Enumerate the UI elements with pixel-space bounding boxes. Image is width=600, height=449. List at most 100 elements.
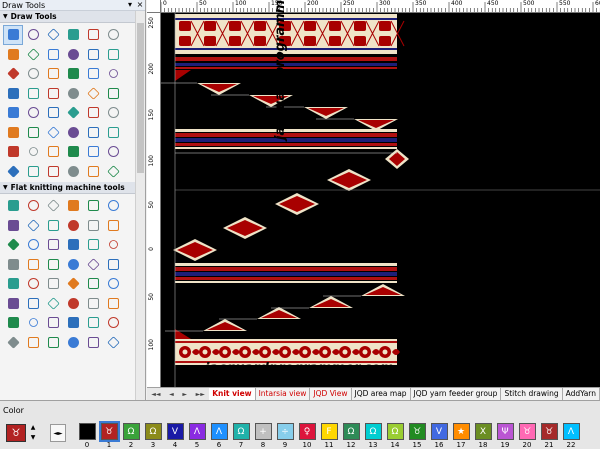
tab-nav-arrow-icon[interactable]: ◄◄ xyxy=(151,391,160,398)
draw-tool-22-icon[interactable] xyxy=(63,84,83,104)
flat-tool-46-icon[interactable] xyxy=(63,333,83,353)
draw-tool-48-icon[interactable] xyxy=(103,162,123,182)
color-swatch-15[interactable]: ♉ 15 xyxy=(406,423,428,449)
color-swatch-1[interactable]: ♉ 1 xyxy=(98,421,120,449)
draw-tool-26-icon[interactable] xyxy=(23,103,43,123)
draw-tool-43-icon[interactable] xyxy=(3,162,23,182)
tab-nav-arrow-icon[interactable]: ► xyxy=(182,391,187,398)
section-draw-tools[interactable]: ▼ Draw Tools xyxy=(0,11,145,23)
flat-tool-1-icon[interactable] xyxy=(3,196,23,216)
flat-tool-28-icon[interactable] xyxy=(63,274,83,294)
tab-nav-arrow-icon[interactable]: ◄ xyxy=(169,391,174,398)
spin-up-icon[interactable]: ▲ xyxy=(28,423,38,433)
draw-tool-19-icon[interactable] xyxy=(3,84,23,104)
tab-nav-arrow-icon[interactable]: ►► xyxy=(196,391,205,398)
draw-tool-3-icon[interactable] xyxy=(43,25,63,45)
flat-tool-32-icon[interactable] xyxy=(23,294,43,314)
design-canvas[interactable]: 050100150200250300350400450500550600 250… xyxy=(147,0,600,387)
color-spinner[interactable]: ▲ ▼ xyxy=(28,423,38,443)
draw-tool-27-icon[interactable] xyxy=(43,103,63,123)
flat-tool-48-icon[interactable] xyxy=(103,333,123,353)
palette-nav-button[interactable]: ◄► xyxy=(50,424,66,442)
flat-tool-43-icon[interactable] xyxy=(3,333,23,353)
draw-tool-44-icon[interactable] xyxy=(23,162,43,182)
flat-tool-19-icon[interactable] xyxy=(3,255,23,275)
draw-tool-30-icon[interactable] xyxy=(103,103,123,123)
draw-tool-13-icon[interactable] xyxy=(3,64,23,84)
flat-tool-41-icon[interactable] xyxy=(83,313,103,333)
color-swatch-9[interactable]: ÷ 9 xyxy=(274,423,296,449)
section-flat-knitting-tools[interactable]: ▼ Flat knitting machine tools xyxy=(0,182,145,194)
flat-tool-23-icon[interactable] xyxy=(83,255,103,275)
flat-tool-22-icon[interactable] xyxy=(63,255,83,275)
draw-tool-15-icon[interactable] xyxy=(43,64,63,84)
flat-tool-25-icon[interactable] xyxy=(3,274,23,294)
color-swatch-20[interactable]: ♉ 20 xyxy=(516,423,538,449)
draw-tool-37-icon[interactable] xyxy=(3,142,23,162)
flat-tool-9-icon[interactable] xyxy=(43,216,63,236)
flat-tool-4-icon[interactable] xyxy=(63,196,83,216)
color-swatch-10[interactable]: ♀ 10 xyxy=(296,423,318,449)
flat-tool-3-icon[interactable] xyxy=(43,196,63,216)
draw-tool-36-icon[interactable] xyxy=(103,123,123,143)
draw-tool-46-icon[interactable] xyxy=(63,162,83,182)
flat-tool-39-icon[interactable] xyxy=(43,313,63,333)
draw-tool-2-icon[interactable] xyxy=(23,25,43,45)
flat-tool-45-icon[interactable] xyxy=(43,333,63,353)
tab-stitch-drawing[interactable]: Stitch drawing xyxy=(501,388,563,400)
draw-tool-23-icon[interactable] xyxy=(83,84,103,104)
flat-tool-34-icon[interactable] xyxy=(63,294,83,314)
flat-tool-42-icon[interactable] xyxy=(103,313,123,333)
draw-tool-12-icon[interactable] xyxy=(103,45,123,65)
draw-tool-21-icon[interactable] xyxy=(43,84,63,104)
tab-intarsia-view[interactable]: Intarsia view xyxy=(255,388,311,400)
flat-tool-31-icon[interactable] xyxy=(3,294,23,314)
flat-tool-21-icon[interactable] xyxy=(43,255,63,275)
pin-icon[interactable]: ▾ xyxy=(125,0,135,10)
draw-tool-34-icon[interactable] xyxy=(63,123,83,143)
flat-tool-33-icon[interactable] xyxy=(43,294,63,314)
flat-tool-13-icon[interactable] xyxy=(3,235,23,255)
draw-tool-38-icon[interactable] xyxy=(23,142,43,162)
flat-tool-14-icon[interactable] xyxy=(23,235,43,255)
flat-tool-20-icon[interactable] xyxy=(23,255,43,275)
draw-tool-41-icon[interactable] xyxy=(83,142,103,162)
color-swatch-7[interactable]: Ω7 xyxy=(230,423,252,449)
close-icon[interactable]: × xyxy=(135,0,145,10)
draw-tool-40-icon[interactable] xyxy=(63,142,83,162)
tab-jqd-area-map[interactable]: JQD area map xyxy=(351,388,411,400)
flat-tool-38-icon[interactable] xyxy=(23,313,43,333)
color-swatch-14[interactable]: Ω 14 xyxy=(384,423,406,449)
color-swatch-3[interactable]: Ω3 xyxy=(142,423,164,449)
color-swatch-11[interactable]: F 11 xyxy=(318,423,340,449)
color-swatch-0[interactable]: 0 xyxy=(76,423,98,449)
color-swatch-16[interactable]: V 16 xyxy=(428,423,450,449)
flat-tool-44-icon[interactable] xyxy=(23,333,43,353)
draw-tool-7-icon[interactable] xyxy=(3,45,23,65)
flat-tool-16-icon[interactable] xyxy=(63,235,83,255)
draw-tool-25-icon[interactable] xyxy=(3,103,23,123)
draw-tool-1-icon[interactable] xyxy=(3,25,23,45)
draw-tool-39-icon[interactable] xyxy=(43,142,63,162)
color-swatch-4[interactable]: V4 xyxy=(164,423,186,449)
flat-tool-35-icon[interactable] xyxy=(83,294,103,314)
draw-tool-11-icon[interactable] xyxy=(83,45,103,65)
knit-design[interactable] xyxy=(161,13,600,387)
draw-tool-47-icon[interactable] xyxy=(83,162,103,182)
flat-tool-27-icon[interactable] xyxy=(43,274,63,294)
draw-tool-6-icon[interactable] xyxy=(103,25,123,45)
draw-tool-33-icon[interactable] xyxy=(43,123,63,143)
flat-tool-36-icon[interactable] xyxy=(103,294,123,314)
current-color[interactable]: ♉ xyxy=(6,424,26,442)
draw-tool-4-icon[interactable] xyxy=(63,25,83,45)
draw-tool-42-icon[interactable] xyxy=(103,142,123,162)
color-swatch-21[interactable]: ♉ 21 xyxy=(538,423,560,449)
tab-addyarn[interactable]: AddYarn xyxy=(562,388,600,400)
draw-tool-35-icon[interactable] xyxy=(83,123,103,143)
tab-jqd-yarn-feeder-group[interactable]: JQD yarn feeder group xyxy=(410,388,502,400)
draw-tool-10-icon[interactable] xyxy=(63,45,83,65)
color-swatch-8[interactable]: +8 xyxy=(252,423,274,449)
color-swatch-2[interactable]: Ω2 xyxy=(120,423,142,449)
flat-tool-11-icon[interactable] xyxy=(83,216,103,236)
draw-tool-8-icon[interactable] xyxy=(23,45,43,65)
